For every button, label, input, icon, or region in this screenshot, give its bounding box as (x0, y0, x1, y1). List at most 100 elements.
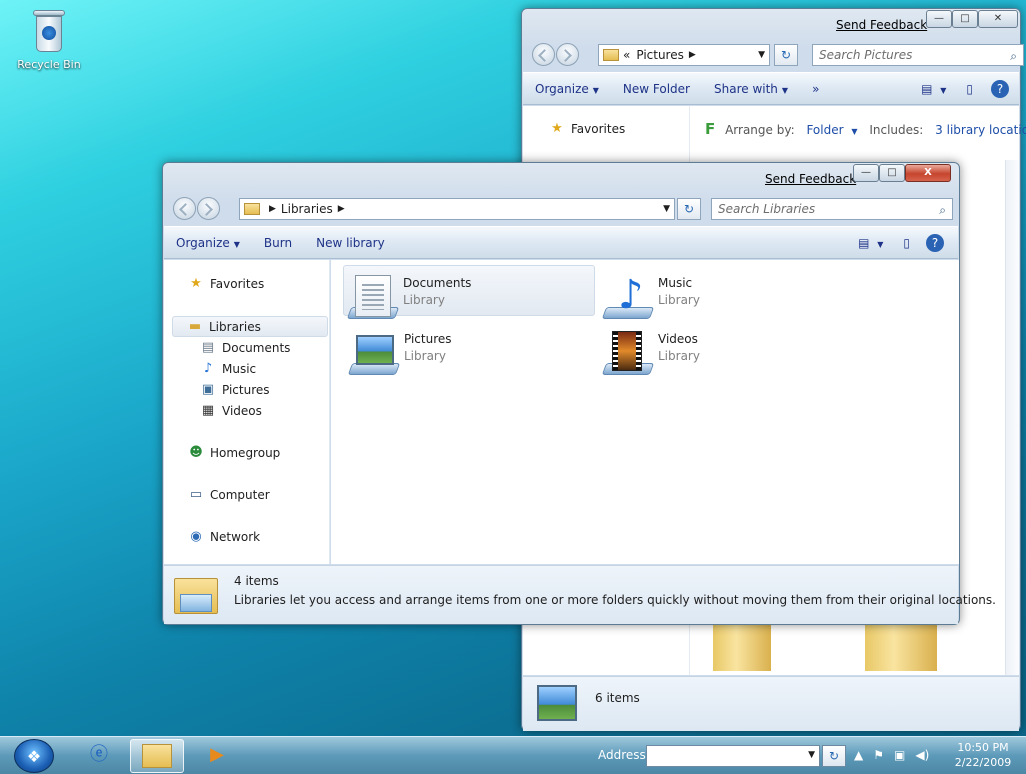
library-tile-videos[interactable]: Videos Library (599, 322, 851, 375)
clock[interactable]: 10:50 PM 2/22/2009 (948, 740, 1018, 770)
internet-explorer-taskbar-button[interactable]: ⓔ (72, 739, 126, 773)
libraries-window: Send Feedback — □ X ▶ Libraries ▶ ▼ ↻ Se… (162, 162, 996, 625)
address-location[interactable]: Libraries (281, 202, 333, 216)
folder-thumbnail[interactable] (865, 621, 937, 671)
share-with-menu[interactable]: Share with ▼ (702, 82, 800, 96)
address-bar[interactable]: ▶ Libraries ▶ ▼ (239, 198, 675, 220)
close-button[interactable]: X (905, 164, 951, 182)
vertical-scrollbar[interactable] (1005, 160, 1019, 675)
breadcrumb-arrow-icon[interactable]: ▶ (269, 204, 276, 214)
nav-favorites[interactable]: ★ Favorites (188, 276, 264, 292)
more-commands-button[interactable]: » (800, 82, 831, 96)
new-library-button[interactable]: New library (304, 236, 397, 250)
address-dropdown-icon[interactable]: ▼ (808, 750, 815, 760)
windows-logo-icon: ❖ (26, 747, 42, 766)
change-view-icon[interactable]: ▤ ▼ (909, 82, 958, 96)
network-icon: ◉ (190, 529, 202, 544)
close-button[interactable]: ✕ (978, 10, 1018, 28)
forward-button[interactable] (556, 43, 579, 66)
nav-homegroup[interactable]: ☻ Homegroup (188, 445, 280, 461)
address-chevron[interactable]: « (623, 48, 630, 62)
taskbar-address-input[interactable]: ▼ (646, 745, 820, 767)
address-toolbar-label: Address (598, 748, 646, 762)
breadcrumb-arrow-icon[interactable]: ▶ (689, 50, 696, 60)
videos-library-icon (601, 327, 655, 375)
windows-explorer-taskbar-button[interactable] (130, 739, 184, 773)
address-go-button[interactable]: ↻ (822, 745, 846, 767)
address-location[interactable]: Pictures (636, 48, 684, 62)
status-bar: 6 items (523, 676, 1019, 731)
picture-icon: ▣ (201, 382, 215, 397)
breadcrumb-arrow-icon[interactable]: ▶ (338, 204, 345, 214)
internet-explorer-icon: ⓔ (90, 744, 108, 765)
organize-menu[interactable]: Organize ▼ (523, 82, 611, 96)
nav-documents[interactable]: ▤ Documents (200, 340, 291, 356)
recycle-bin-desktop-icon[interactable]: Recycle Bin (14, 10, 84, 71)
help-icon[interactable]: ? (918, 233, 958, 252)
new-folder-button[interactable]: New Folder (611, 82, 702, 96)
taskbar: ❖ ⓔ ▶ Address ▼ ↻ ▲ ⚑ ▣ ◀) 10:50 PM 2/22… (0, 736, 1026, 774)
organize-menu[interactable]: Organize ▼ (164, 236, 252, 250)
back-button[interactable] (532, 43, 555, 66)
libraries-description: Libraries let you access and arrange ite… (234, 593, 996, 607)
libraries-folder-icon (174, 572, 218, 616)
network-status-icon[interactable]: ▣ (894, 748, 905, 762)
nav-favorites[interactable]: ★ Favorites (549, 121, 625, 137)
nav-videos[interactable]: ▦ Videos (200, 403, 262, 419)
music-note-icon: ♪ (203, 361, 213, 376)
homegroup-icon: ☻ (189, 445, 203, 460)
media-player-icon: ▶ (210, 744, 224, 765)
nav-libraries[interactable]: ▬ Libraries (172, 316, 328, 337)
recycle-bin-label: Recycle Bin (17, 58, 81, 71)
address-dropdown-icon[interactable]: ▼ (758, 50, 765, 60)
folder-thumbnail[interactable] (713, 621, 771, 671)
send-feedback-link[interactable]: Send Feedback (765, 172, 856, 186)
pictures-library-icon (347, 327, 401, 375)
arrange-by-dropdown[interactable]: Folder ▼ (806, 123, 857, 137)
action-center-flag-icon[interactable]: ⚑ (873, 748, 884, 762)
preview-pane-icon[interactable]: ▯ (958, 82, 981, 96)
minimize-button[interactable]: — (926, 10, 952, 28)
minimize-button[interactable]: — (853, 164, 879, 182)
show-hidden-icons-icon[interactable]: ▲ (854, 748, 863, 762)
back-button[interactable] (173, 197, 196, 220)
address-bar[interactable]: « Pictures ▶ ▼ (598, 44, 770, 66)
search-input[interactable]: Search Pictures ⌕ (812, 44, 1024, 66)
star-icon: ★ (190, 276, 202, 291)
search-placeholder: Search Pictures (819, 48, 913, 62)
change-view-icon[interactable]: ▤ ▼ (846, 236, 895, 250)
volume-icon[interactable]: ◀) (915, 748, 929, 762)
search-input[interactable]: Search Libraries ⌕ (711, 198, 953, 220)
library-tile-music[interactable]: ♪ Music Library (599, 266, 851, 319)
nav-computer[interactable]: ▭ Computer (188, 487, 270, 503)
library-tile-documents[interactable]: Documents Library (343, 265, 595, 319)
maximize-button[interactable]: □ (879, 164, 905, 182)
film-icon: ▦ (201, 403, 215, 418)
maximize-button[interactable]: □ (952, 10, 978, 28)
search-icon[interactable]: ⌕ (939, 200, 946, 220)
clock-time: 10:50 PM (957, 741, 1009, 754)
nav-pictures[interactable]: ▣ Pictures (200, 382, 270, 398)
folder-icon (603, 49, 619, 61)
nav-music[interactable]: ♪ Music (200, 361, 256, 377)
navigation-pane: ★ Favorites ▬ Libraries ▤ Documents ♪ Music … (164, 260, 330, 564)
refresh-button[interactable]: ↻ (677, 198, 701, 220)
preview-pane-icon[interactable]: ▯ (895, 236, 918, 250)
media-player-taskbar-button[interactable]: ▶ (190, 739, 244, 773)
search-icon[interactable]: ⌕ (1010, 46, 1017, 66)
library-tile-pictures[interactable]: Pictures Library (345, 322, 597, 375)
notification-area: ▲ ⚑ ▣ ◀) (854, 748, 929, 762)
burn-button[interactable]: Burn (252, 236, 304, 250)
address-dropdown-icon[interactable]: ▼ (663, 204, 670, 214)
start-button[interactable]: ❖ (14, 739, 54, 773)
search-placeholder: Search Libraries (718, 202, 816, 216)
forward-button[interactable] (197, 197, 220, 220)
help-icon[interactable]: ? (981, 79, 1019, 98)
details-pane: 4 items Libraries let you access and arr… (164, 565, 996, 624)
nav-network[interactable]: ◉ Network (188, 529, 260, 545)
library-locations-link[interactable]: 3 library locations (935, 123, 1026, 137)
refresh-button[interactable]: ↻ (774, 44, 798, 66)
send-feedback-link[interactable]: Send Feedback (836, 18, 927, 32)
library-icon: F (705, 120, 716, 138)
navigation-row: ▶ Libraries ▶ ▼ ↻ Search Libraries ⌕ (169, 195, 953, 221)
